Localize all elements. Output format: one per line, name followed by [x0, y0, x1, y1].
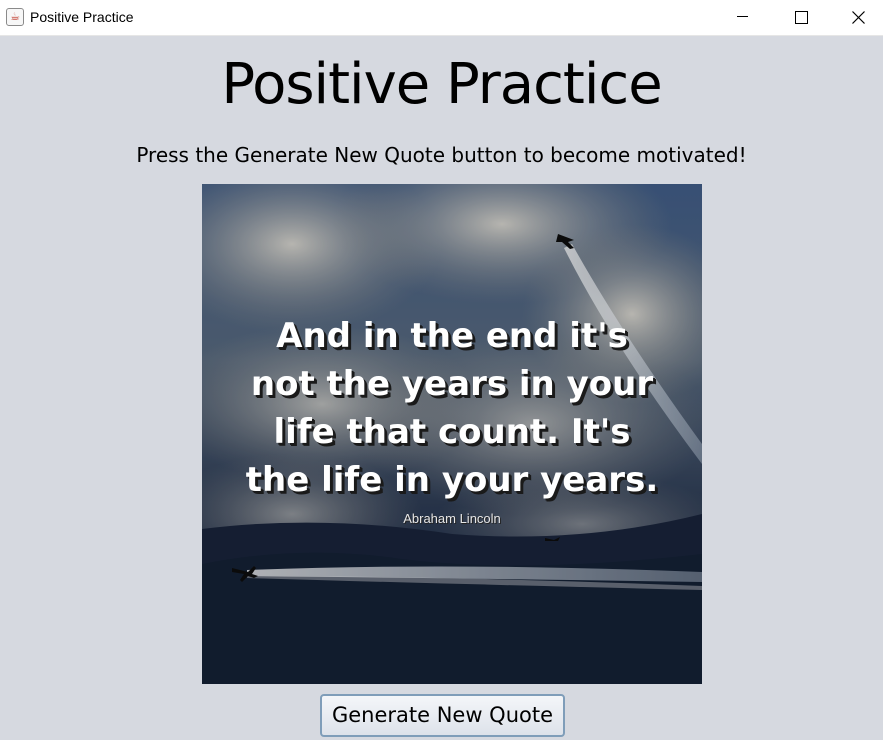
instructions-text: Press the Generate New Quote button to b… — [136, 143, 747, 167]
window-title: Positive Practice — [30, 9, 134, 25]
window-titlebar: ☕ Positive Practice — [0, 0, 883, 36]
page-title: Positive Practice — [221, 52, 662, 117]
maximize-icon[interactable] — [771, 0, 829, 34]
quote-author: Abraham Lincoln — [403, 511, 501, 526]
quote-line: life that count. It's — [273, 412, 631, 452]
quote-line: not the years in your — [250, 364, 654, 404]
quote-line: the life in your years. — [245, 460, 659, 500]
java-cup-icon: ☕ — [6, 8, 24, 26]
generate-new-quote-button[interactable]: Generate New Quote — [320, 694, 565, 737]
main-panel: Positive Practice Press the Generate New… — [0, 36, 883, 740]
quote-image: And in the end it's not the years in you… — [202, 184, 702, 684]
minimize-icon[interactable] — [713, 0, 771, 34]
quote-text: And in the end it's not the years in you… — [202, 312, 702, 504]
quote-line: And in the end it's — [276, 316, 628, 356]
close-icon[interactable] — [829, 0, 883, 34]
